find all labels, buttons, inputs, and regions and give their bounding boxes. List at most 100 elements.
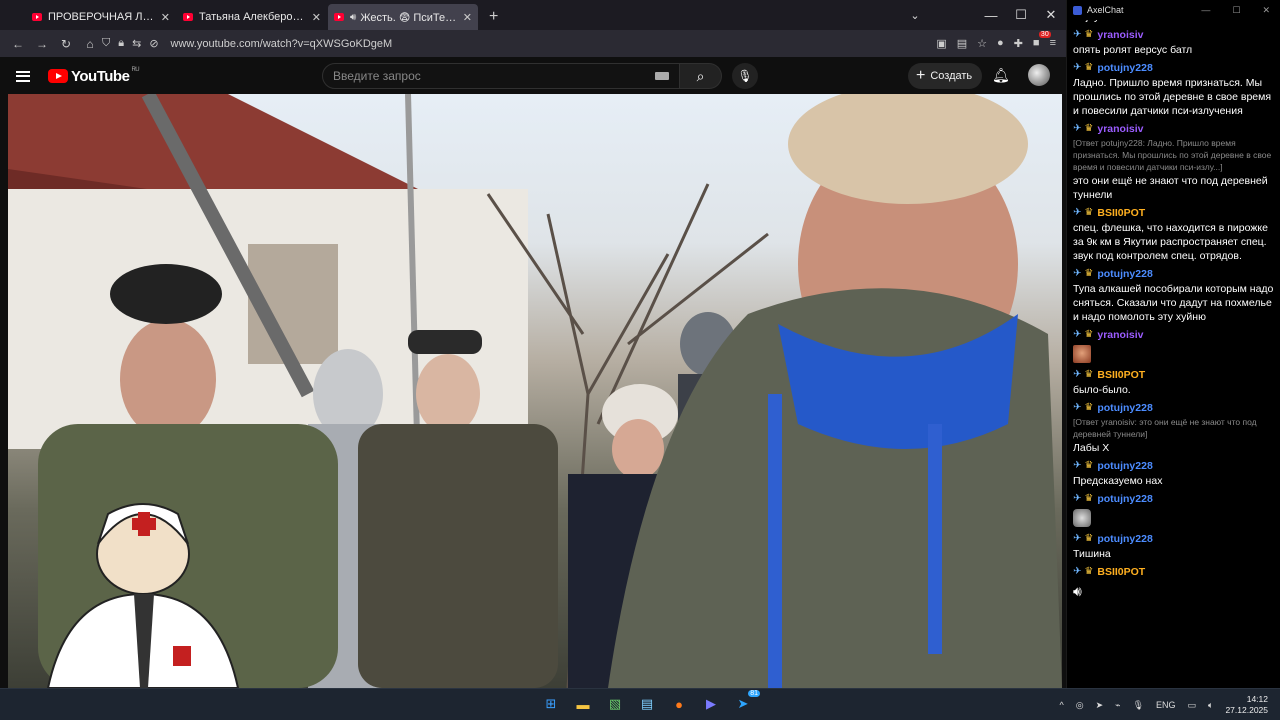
create-label: Создать bbox=[930, 70, 973, 82]
tab-alekberova[interactable]: Татьяна Алекберова - YouTube ✕ bbox=[177, 4, 327, 30]
extension-badge-icon[interactable]: ■ 30 bbox=[1033, 31, 1051, 50]
reload-icon[interactable]: ↻ bbox=[54, 37, 78, 51]
telegram-tray-icon[interactable]: ➤ bbox=[1096, 700, 1104, 711]
chat-username[interactable]: BSII0POT bbox=[1097, 368, 1145, 382]
tab-active-video[interactable]: 🔊︎ Жесть. 😨 ПсиТеррор Сел ✕ bbox=[328, 4, 478, 30]
tab-strip: ПРОВЕРОЧНАЯ ЛИНЕЙКА - М ✕ Татьяна Алекбе… bbox=[0, 0, 1066, 30]
youtube-favicon-icon bbox=[183, 13, 193, 21]
volume-icon[interactable]: 🔈︎ bbox=[1208, 700, 1213, 711]
tab-proverochnaya[interactable]: ПРОВЕРОЧНАЯ ЛИНЕЙКА - М ✕ bbox=[26, 4, 176, 30]
permissions-icon[interactable]: ⇆ bbox=[132, 37, 141, 50]
extensions-puzzle-icon[interactable]: ✚ bbox=[1014, 37, 1023, 50]
microphone-tray-icon[interactable]: 🎙︎ bbox=[1133, 700, 1144, 711]
home-icon[interactable]: ⌂ bbox=[78, 37, 102, 51]
network-icon[interactable]: ▭ bbox=[1188, 700, 1197, 711]
tab-list-chevron-icon[interactable]: ⌄ bbox=[900, 0, 930, 30]
chat-username[interactable]: BSII0POT bbox=[1097, 565, 1145, 579]
chat-username[interactable]: potujny228 bbox=[1097, 267, 1152, 281]
search-icon: ⌕ bbox=[696, 67, 705, 84]
chat-username[interactable]: potujny228 bbox=[1097, 401, 1152, 415]
microphone-icon: 🎙︎ bbox=[737, 69, 753, 83]
extension-circle-icon[interactable]: ● bbox=[997, 37, 1004, 50]
telegram-icon[interactable]: ➤ 81 bbox=[732, 690, 760, 715]
video-frame-image bbox=[8, 94, 1062, 688]
tray-chevron-icon[interactable]: ^ bbox=[1060, 700, 1064, 710]
media-player-icon[interactable]: ▶ bbox=[700, 693, 722, 715]
platform-badge-icon: ✈ bbox=[1073, 328, 1082, 340]
chat-reply-quote: [Ответ potujny228: Ладно. Пришло время п… bbox=[1073, 138, 1272, 172]
tab-close-icon[interactable]: ✕ bbox=[312, 11, 321, 24]
chat-message-text: спец. флешка, что находится в пирожке за… bbox=[1073, 222, 1268, 262]
clock-date: 27.12.2025 bbox=[1225, 705, 1268, 715]
guide-menu-icon[interactable] bbox=[16, 70, 30, 82]
chat-username[interactable]: yranoisiv bbox=[1097, 122, 1143, 136]
taskbar-apps: ⊞ ▬ ▧ ▤ ● ▶ ➤ 81 bbox=[540, 690, 760, 715]
image-viewer-icon[interactable]: ▧ bbox=[604, 693, 626, 715]
firefox-icon[interactable]: ● bbox=[668, 693, 690, 715]
chat-message-text: Тишина bbox=[1073, 548, 1111, 560]
app-menu-icon[interactable]: ≡ bbox=[1050, 37, 1056, 50]
lock-icon[interactable]: 🔒︎ bbox=[118, 37, 124, 50]
tab-title: Татьяна Алекберова - YouTube bbox=[199, 11, 308, 23]
chat-message: ✈ ♛ potujny228 Предсказуемо нах bbox=[1073, 457, 1277, 488]
chat-message-text: Ладно. Пришло время признаться. Мы прошл… bbox=[1073, 77, 1272, 117]
minimize-icon[interactable]: — bbox=[976, 0, 1006, 30]
address-bar[interactable]: ⛉ 🔒︎ ⇆ ⊘ www.youtube.com/watch?v=qXWSGoK… bbox=[102, 33, 936, 55]
notepad-icon[interactable]: ▤ bbox=[636, 693, 658, 715]
keyboard-icon[interactable] bbox=[655, 72, 669, 80]
file-explorer-icon[interactable]: ▬ bbox=[572, 693, 594, 715]
chat-username[interactable]: yranoisiv bbox=[1097, 28, 1143, 42]
chat-username[interactable]: BSII0POT bbox=[1097, 206, 1145, 220]
chat-username[interactable]: potujny228 bbox=[1097, 459, 1152, 473]
language-indicator[interactable]: ENG bbox=[1156, 700, 1176, 710]
chat-message: ✈ ♛ potujny228 [Ответ yranoisiv: это они ещ… bbox=[1073, 399, 1277, 455]
notifications-bell-icon[interactable]: 🔔︎ bbox=[992, 67, 1010, 84]
create-button[interactable]: + Создать bbox=[908, 63, 983, 89]
chat-username-row: ✈ ♛ potujny228 bbox=[1073, 490, 1277, 507]
maximize-icon[interactable]: ☐ bbox=[1232, 5, 1240, 16]
reader-view-icon[interactable]: ▤ bbox=[957, 37, 967, 50]
crown-badge-icon: ♛ bbox=[1084, 492, 1094, 504]
chat-message-text: Лабы Х bbox=[1073, 442, 1110, 454]
avatar[interactable] bbox=[1028, 64, 1050, 86]
audio-playing-icon[interactable]: 🔊︎ bbox=[350, 12, 356, 23]
search-button[interactable]: ⌕ bbox=[680, 63, 722, 89]
chat-username-row: ✈ ♛ yranoisiv bbox=[1073, 120, 1277, 137]
start-windows-icon[interactable]: ⊞ bbox=[540, 693, 562, 715]
platform-badge-icon: ✈ bbox=[1073, 459, 1082, 471]
bookmark-star-icon[interactable]: ☆ bbox=[977, 37, 987, 50]
new-tab-icon[interactable]: + bbox=[479, 4, 508, 30]
chat-message: ✈ ♛ potujny228 bbox=[1073, 490, 1277, 527]
emote-speaker-icon: 🔊︎ bbox=[1073, 583, 1082, 599]
tab-close-icon[interactable]: ✕ bbox=[463, 11, 472, 24]
chat-username[interactable]: potujny228 bbox=[1097, 532, 1152, 546]
window-controls: ⌄ — ☐ ✕ bbox=[900, 0, 1066, 30]
close-window-icon[interactable]: ✕ bbox=[1036, 0, 1066, 30]
youtube-logo[interactable]: YouTube RU bbox=[48, 67, 140, 85]
chat-username-row: ✈ ♛ potujny228 bbox=[1073, 399, 1277, 416]
chat-username[interactable]: potujny228 bbox=[1097, 492, 1152, 506]
tracking-blocked-icon[interactable]: ⊘ bbox=[149, 37, 158, 50]
toolbar-right: ▣ ▤ ☆ ● ✚ ■ 30 ≡ bbox=[936, 31, 1060, 50]
close-window-icon[interactable]: ✕ bbox=[1262, 5, 1270, 16]
chat-username[interactable]: potujny228 bbox=[1097, 61, 1152, 75]
forward-icon[interactable]: → bbox=[30, 37, 54, 51]
usb-tray-icon[interactable]: ⌁ bbox=[1115, 700, 1120, 711]
chat-username-row: ✈ ♛ potujny228 bbox=[1073, 530, 1277, 547]
url-text[interactable]: www.youtube.com/watch?v=qXWSGoKDgeM bbox=[171, 38, 393, 50]
maximize-icon[interactable]: ☐ bbox=[1006, 0, 1036, 30]
chat-username[interactable]: yranoisiv bbox=[1097, 328, 1143, 342]
back-icon[interactable]: ← bbox=[6, 37, 30, 51]
search-input[interactable]: Введите запрос bbox=[322, 63, 680, 89]
browser-window: ПРОВЕРОЧНАЯ ЛИНЕЙКА - М ✕ Татьяна Алекбе… bbox=[0, 0, 1066, 688]
video-player[interactable] bbox=[8, 94, 1062, 688]
tab-close-icon[interactable]: ✕ bbox=[161, 11, 170, 24]
chat-message-text: Тупа алкашей пособирали которым надо сня… bbox=[1073, 283, 1274, 323]
voice-search-button[interactable]: 🎙︎ bbox=[732, 63, 758, 89]
steam-tray-icon[interactable]: ◎ bbox=[1076, 700, 1084, 711]
clock[interactable]: 14:12 27.12.2025 bbox=[1225, 694, 1268, 716]
platform-badge-icon: ✈ bbox=[1073, 492, 1082, 504]
shield-icon[interactable]: ⛉ bbox=[102, 37, 110, 50]
minimize-icon[interactable]: — bbox=[1201, 5, 1210, 16]
picture-in-picture-icon[interactable]: ▣ bbox=[936, 37, 946, 50]
